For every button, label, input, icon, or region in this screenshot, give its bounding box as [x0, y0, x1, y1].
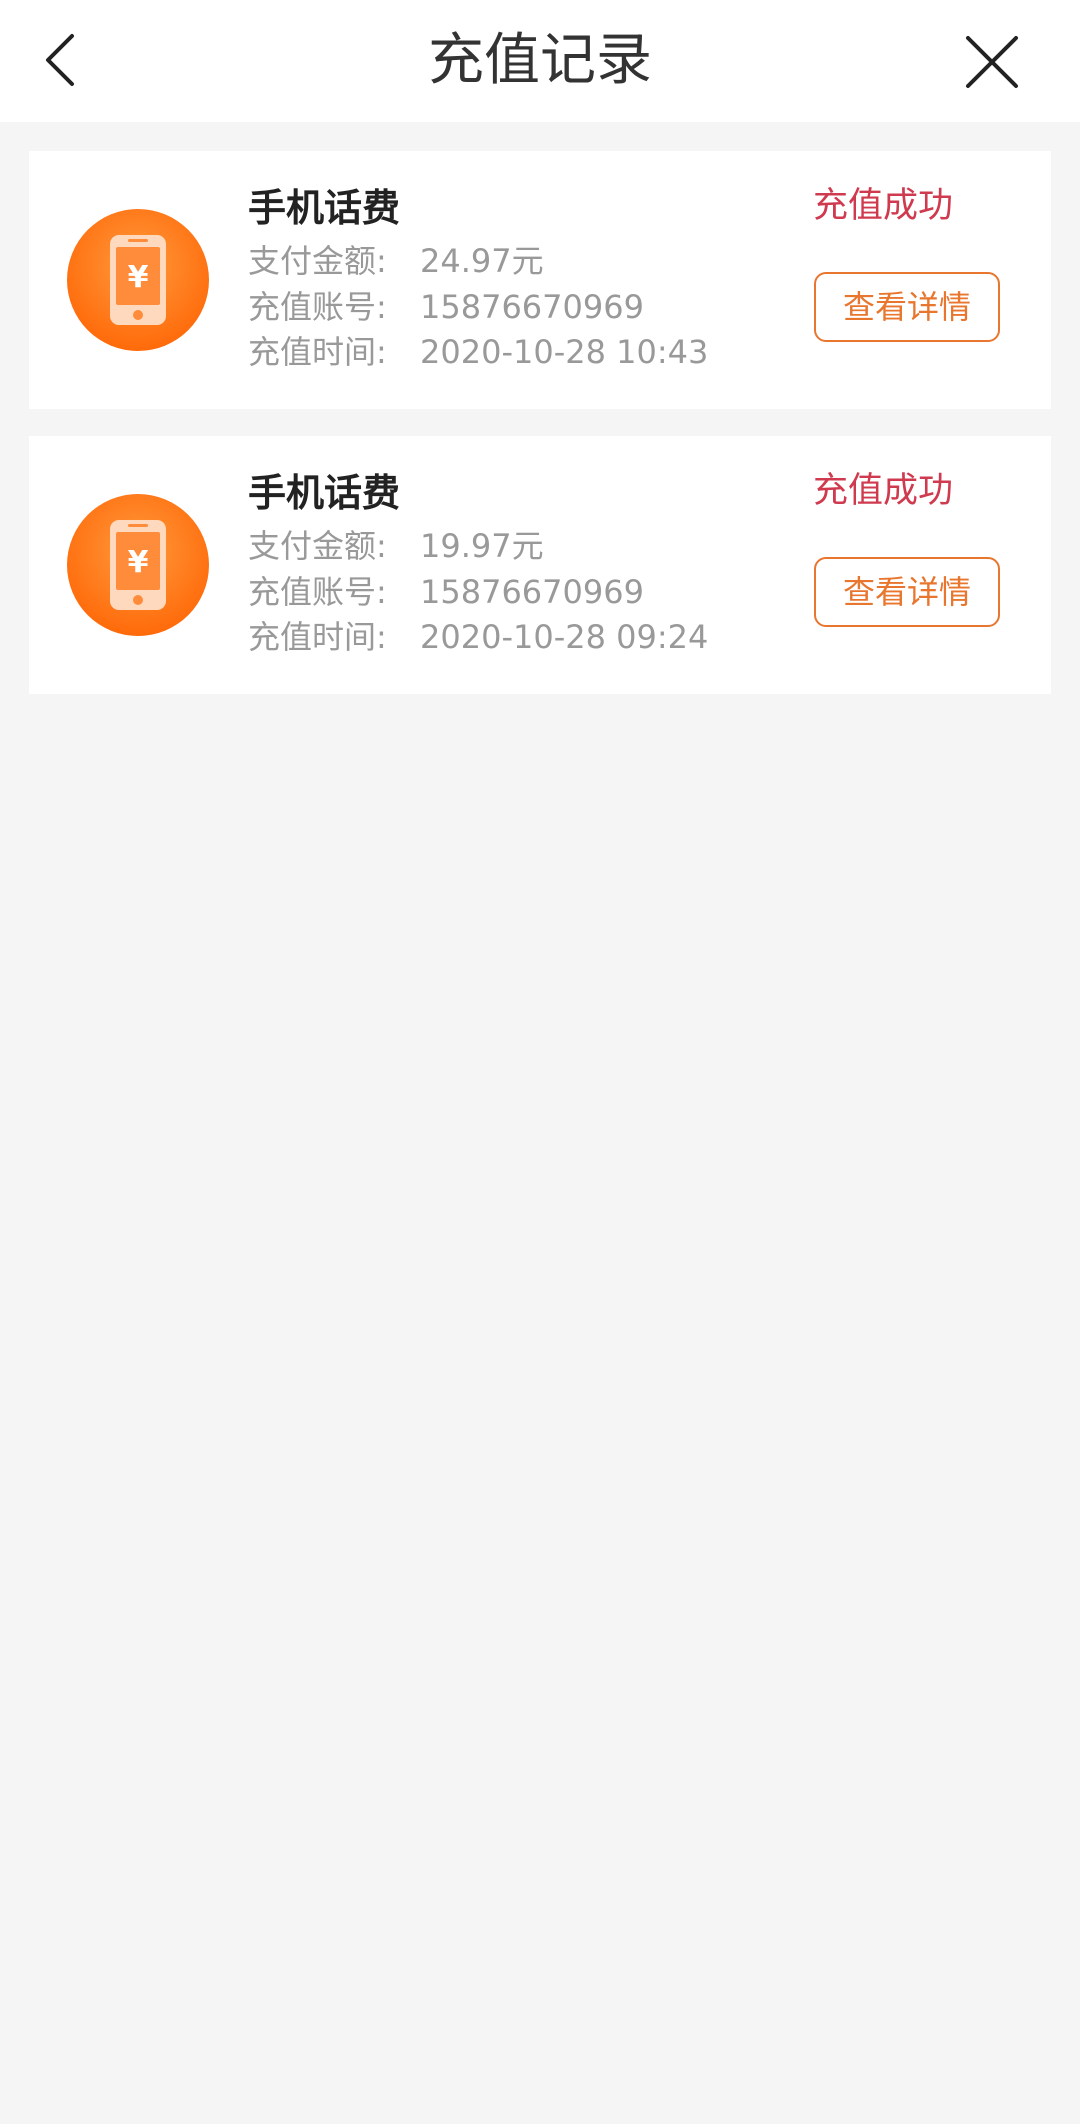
amount-row: 支付金额: 24.97元	[248, 239, 544, 283]
record-card: ¥ 手机话费 支付金额: 19.97元 充值账号: 15876670969 充值时间…	[29, 436, 1051, 694]
view-details-button[interactable]: 查看详情	[814, 557, 1000, 627]
view-details-button[interactable]: 查看详情	[814, 272, 1000, 342]
time-label: 充值时间:	[248, 333, 387, 371]
page-title: 充值记录	[428, 28, 652, 93]
time-label: 充值时间:	[248, 618, 387, 656]
amount-label: 支付金额:	[248, 527, 387, 565]
account-row: 充值账号: 15876670969	[248, 570, 644, 614]
back-button[interactable]	[22, 22, 98, 98]
close-button[interactable]	[950, 20, 1034, 104]
time-row: 充值时间: 2020-10-28 09:24	[248, 615, 708, 659]
svg-text:¥: ¥	[128, 260, 149, 295]
status-badge: 充值成功	[813, 186, 954, 226]
time-row: 充值时间: 2020-10-28 10:43	[248, 330, 708, 374]
chevron-left-icon	[46, 34, 74, 86]
phone-yuan-icon: ¥	[67, 494, 209, 636]
time-value: 2020-10-28 09:24	[420, 618, 709, 656]
status-badge: 充值成功	[813, 471, 954, 511]
amount-value: 24.97元	[420, 242, 544, 280]
close-icon	[966, 36, 1018, 88]
header-bar: 充值记录	[0, 0, 1080, 122]
record-card: ¥ 手机话费 支付金额: 24.97元 充值账号: 15876670969 充值时间…	[29, 151, 1051, 409]
amount-row: 支付金额: 19.97元	[248, 524, 544, 568]
account-label: 充值账号:	[248, 573, 387, 611]
amount-value: 19.97元	[420, 527, 544, 565]
svg-text:¥: ¥	[128, 545, 149, 580]
phone-yuan-icon: ¥	[67, 209, 209, 351]
account-value: 15876670969	[420, 573, 644, 611]
time-value: 2020-10-28 10:43	[420, 333, 709, 371]
account-row: 充值账号: 15876670969	[248, 285, 644, 329]
account-label: 充值账号:	[248, 288, 387, 326]
account-value: 15876670969	[420, 288, 644, 326]
record-title: 手机话费	[248, 186, 401, 230]
amount-label: 支付金额:	[248, 242, 387, 280]
record-title: 手机话费	[248, 471, 401, 515]
